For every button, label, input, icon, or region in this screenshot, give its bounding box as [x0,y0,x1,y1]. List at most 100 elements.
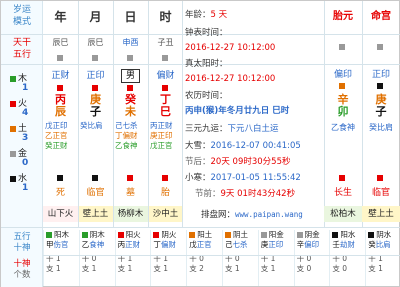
taiyuan-marker3 [324,173,362,183]
stat-yinyang: 阳火 [117,230,151,240]
info-true-solar-label: 真太阳时： [185,59,228,69]
stat-yinyang: 阳金 [260,230,294,240]
taiyuan-xingyun: 长生 [333,187,352,198]
pillar-shishen-3: 偏财 [156,70,175,81]
bottom-stat-cell: 阳火 丙正财干 1支 1 [114,230,151,286]
bazi-chart: 岁运 模式 天干 五行 木 1 火 4 土 3 金 0 水 1 五行 十神 十神… [0,0,400,287]
pillar-xingyun-2: 墓 [125,187,135,198]
stat-zhi-count: 支 1 [153,264,169,274]
pillar-shishen-0: 正财 [51,70,70,81]
pillar-zhi-1: 子 [90,104,101,118]
info-jiehou: 节后：20天 09时30分55秒 [185,157,291,167]
info-clock-label: 钟表时间： [185,28,228,38]
pillar-hidden-2: 己七杀 丁偏财 乙食神 [115,121,149,151]
bottom-stat-cell: 阴火 丁偏财干 1支 1 [150,230,186,286]
color-square-icon [153,232,160,238]
label-suiyun: 岁运 [12,4,31,15]
taiyuan-marker2 [324,81,362,91]
taiyuan-head: 胎元 [333,11,353,22]
pillar-gan-2: 癸 [125,92,136,106]
minggong-shishen: 正印 [371,69,390,80]
hidden-stem: 癸比肩 [80,121,103,130]
pillar-xingyun-0: 死 [55,187,65,198]
minggong-zhi: 子 [375,104,387,118]
pillar-marker2-0 [43,83,78,93]
minggong-marker3 [362,173,400,183]
pillar-nayin-3: 沙中土 [148,206,183,222]
stat-yinyang: 阴火 [153,230,186,240]
info-site[interactable]: 排盘网：www.paipan.wang [201,211,303,220]
pillar-shishen-1: 正印 [86,70,105,81]
color-square-icon [117,232,124,238]
stat-shishen: 壬劫财 [332,240,355,250]
pillar-zhi-0: 辰 [55,104,66,118]
wuxing-shui-count: 1 [22,183,29,193]
pillar-xingyun-3: 胎 [160,187,170,198]
pillar-gan-0: 丙 [55,92,66,106]
info-sanyuan: 三元九运：下元八白土运 [185,124,279,134]
mu-square-icon [10,75,16,82]
color-square-icon [46,232,52,238]
label-wuxing-bottom: 五行 [13,232,31,243]
pillar-marker-3 [148,53,183,63]
pillar-head-2: 日 [124,10,137,24]
pillar-hidden-3: 丙正财 庚正印 戊正官 [150,121,184,151]
label-wuxing: 五行 [12,49,31,60]
stat-yinyang: 阴木 [81,230,115,240]
color-square-icon [368,232,375,238]
bottom-stat-cell: 阴土 己七杀干 0支 1 [222,230,258,286]
pillar-zhi-2: 未 [125,104,136,118]
info-jieqian: 节前：9天 01时43分42秒 [195,189,296,199]
pillar-divider [113,1,114,227]
pillar-xingyun-1: 临官 [86,187,105,198]
pillar-marker-1 [78,53,113,63]
info-age: 年龄：5 天 [185,10,228,20]
pillar-marker2-1 [78,83,113,93]
stat-shishen: 戊正官 [189,240,212,250]
taiyuan-hidden: 乙食神 [331,123,355,132]
info-clock-value: 2016-12-27 10:12:00 [185,43,276,53]
wuxing-mu-count: 1 [22,83,29,93]
pillar-head-3: 时 [159,10,172,24]
info-lunar-value: 丙申(猴)年冬月廿九日 巳时 [185,106,290,116]
hidden-stem: 戊正官 [150,141,173,151]
stat-zhi-count: 支 1 [368,264,383,274]
stat-zhi-count: 支 2 [189,264,204,274]
label-geshu: 个数 [13,270,31,281]
taiyuan-nayin: 松柏木 [324,206,362,222]
hidden-stem: 戊正印 [45,121,68,130]
pillar-stem-top-3: 子丑 [157,38,174,47]
minggong-marker [362,41,400,53]
pillar-stem-top-2: 申酉 [122,38,139,47]
pillar-marker3-0 [43,173,78,183]
label-moshi: 模式 [12,16,31,27]
info-lunar-label: 农历时间： [185,91,228,101]
pillar-nayin-2: 杨柳木 [113,206,148,222]
pillar-marker2-2 [113,83,148,93]
stat-zhi-count: 支 1 [81,264,97,274]
wuxing-tu-count: 3 [22,133,29,143]
minggong-xingyun: 临官 [371,187,390,198]
pillar-gan-1: 庚 [90,92,101,106]
hidden-stem: 丁偏财 [115,131,138,141]
color-square-icon [332,232,339,238]
stat-zhi-count: 支 0 [332,264,348,274]
stat-zhi-count: 支 0 [296,264,312,274]
pillar-head-0: 年 [54,10,67,24]
pillar-shishen-2: 男 [121,69,140,83]
stat-shishen: 甲伤官 [46,240,69,250]
stat-shishen: 辛偏印 [296,240,320,250]
label-shishen-count: 十神 [13,259,31,270]
pillar-zhi-3: 巳 [160,104,171,118]
wuxing-legend: 木 1 火 4 土 3 金 0 水 1 [10,71,40,196]
hidden-stem: 己七杀 [115,121,138,130]
bottom-stat-cell: 阴金 辛偏印干 0支 0 [293,230,330,286]
stat-zhi-count: 支 1 [117,264,133,274]
label-shishen-bottom: 十神 [13,243,31,254]
bottom-stat-cell: 阳木 甲伤官干 1支 1 [43,230,79,286]
minggong-nayin: 壁上土 [362,206,400,222]
pillar-nayin-1: 壁上土 [78,206,113,222]
bottom-stat-cell: 阴水 癸比肩干 1支 1 [365,230,400,286]
color-square-icon [260,232,267,238]
taiyuan-shishen: 偏印 [333,69,352,80]
